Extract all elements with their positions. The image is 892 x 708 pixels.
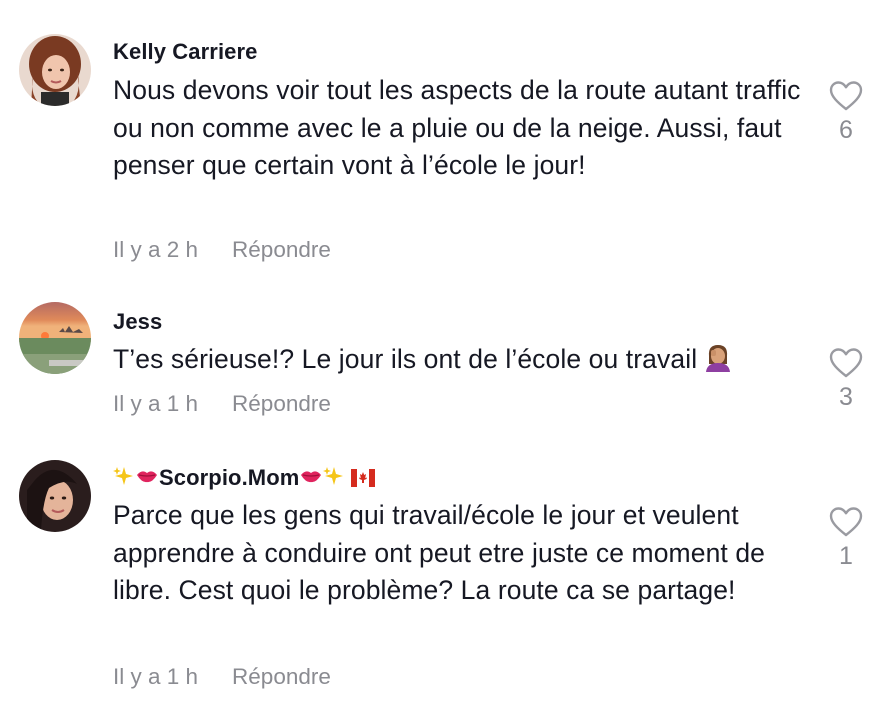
heart-icon[interactable]	[829, 80, 863, 112]
like-count: 3	[839, 383, 853, 411]
comment-time: Il y a 2 h	[113, 237, 199, 262]
kiss-mark-emoji-icon	[299, 465, 323, 493]
like-count: 1	[839, 542, 853, 570]
comment-time: Il y a 1 h	[113, 391, 199, 416]
reply-button[interactable]: Répondre	[232, 237, 331, 263]
comment-meta: Il y a 1 h Répondre	[113, 391, 331, 417]
comment-text-content: T’es sérieuse!? Le jour ils ont de l’éco…	[113, 344, 698, 374]
woman-facepalming-emoji-icon	[703, 342, 733, 383]
reply-button[interactable]: Répondre	[232, 391, 331, 417]
canada-flag-emoji-icon	[351, 467, 376, 493]
reply-button[interactable]: Répondre	[232, 664, 331, 690]
like-count: 6	[839, 116, 853, 144]
author-name-text: Scorpio.Mom	[159, 465, 300, 490]
avatar[interactable]	[19, 34, 91, 106]
sparkles-emoji-icon	[323, 465, 345, 493]
avatar[interactable]	[19, 460, 91, 532]
kiss-mark-emoji-icon	[135, 465, 159, 493]
comment-text: Parce que les gens qui travail/école le …	[113, 500, 766, 605]
like-control: 3	[824, 347, 868, 412]
like-control: 1	[824, 506, 868, 571]
heart-icon[interactable]	[829, 506, 863, 538]
avatar[interactable]	[19, 302, 91, 374]
comment-text: Nous devons voir tout les aspects de la …	[113, 75, 801, 180]
comment-meta: Il y a 2 h Répondre	[113, 237, 331, 263]
like-control: 6	[824, 80, 868, 145]
comment-meta: Il y a 1 h Répondre	[113, 664, 331, 690]
comment-author[interactable]: Jess	[113, 309, 162, 335]
sparkles-emoji-icon	[113, 465, 135, 493]
comment-author[interactable]: Kelly Carriere	[113, 39, 258, 65]
comment-time: Il y a 1 h	[113, 664, 199, 689]
comment-author[interactable]: Scorpio.Mom	[113, 465, 376, 493]
heart-icon[interactable]	[829, 347, 863, 379]
comment-text: T’es sérieuse!? Le jour ils ont de l’éco…	[113, 341, 803, 383]
